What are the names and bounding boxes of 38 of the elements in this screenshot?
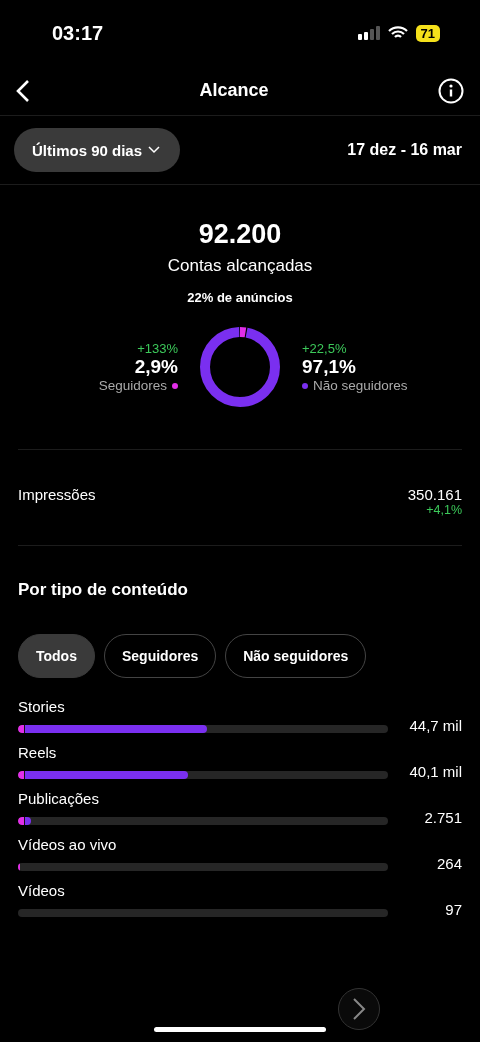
content-type-value: 264 (435, 855, 462, 872)
legend-label: Não seguidores (313, 378, 408, 393)
content-type-label: Vídeos (18, 882, 66, 899)
content-type-label: Vídeos ao vivo (18, 836, 118, 853)
accounts-total: 92.200 (198, 219, 282, 250)
wifi-icon (387, 26, 408, 40)
audience-share: 97,1% (302, 356, 356, 378)
content-type-value: 40,1 mil (408, 763, 462, 780)
battery-level: 71 (415, 24, 440, 42)
audience-share: 2,9% (134, 356, 178, 378)
info-icon[interactable] (438, 77, 464, 104)
page-title: Alcance (199, 80, 269, 101)
impressions-change: +4,1% (426, 503, 462, 517)
next-button[interactable] (338, 988, 380, 1030)
section-title: Por tipo de conteúdo (18, 580, 189, 600)
chevron-right-icon (352, 997, 366, 1021)
back-button[interactable] (16, 78, 30, 103)
audience-change: +22,5% (302, 341, 347, 356)
audience-change: +133% (137, 341, 178, 356)
filter-tab[interactable]: Não seguidores (225, 634, 367, 678)
filter-tab[interactable]: Todos (18, 634, 95, 678)
date-range: 17 dez - 16 mar (347, 141, 462, 159)
signal-icon (357, 26, 380, 40)
content-type-value: 2.751 (423, 809, 462, 826)
status-time: 03:17 (52, 21, 104, 45)
content-type-label: Publicações (18, 790, 100, 807)
content-type-value: 44,7 mil (408, 717, 462, 734)
ads-share: 22% de anúncios (187, 290, 293, 305)
content-type-label: Reels (18, 744, 58, 761)
filter-tab[interactable]: Seguidores (103, 634, 217, 678)
impressions-label: Impressões (18, 486, 96, 505)
period-dropdown[interactable]: Últimos 90 dias (14, 128, 181, 172)
accounts-caption: Contas alcançadas (167, 256, 313, 276)
content-type-value: 97 (444, 901, 462, 918)
legend-label: Seguidores (98, 378, 167, 393)
impressions-value: 350.161 (407, 486, 462, 503)
content-type-label: Stories (18, 698, 66, 715)
chevron-down-icon (148, 146, 161, 154)
